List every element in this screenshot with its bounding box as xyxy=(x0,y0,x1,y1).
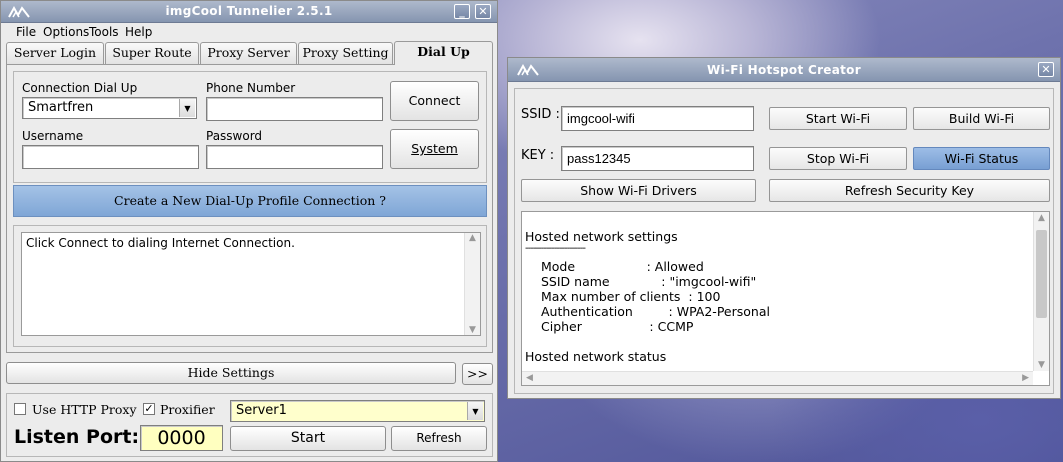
tunnelier-window: imgCool Tunnelier 2.5.1 _ ✕ File Options… xyxy=(0,0,498,462)
menu-help[interactable]: Help xyxy=(125,25,152,39)
output-status-heading: Hosted network status xyxy=(525,349,667,364)
phone-number-input[interactable] xyxy=(206,97,383,121)
wifi-titlebar[interactable]: Wi-Fi Hotspot Creator ✕ xyxy=(508,58,1060,82)
create-dial-up-profile-button[interactable]: Create a New Dial-Up Profile Connection … xyxy=(13,185,487,217)
use-http-proxy-label: Use HTTP Proxy xyxy=(32,402,137,417)
username-label: Username xyxy=(22,129,84,143)
tab-proxy-setting[interactable]: Proxy Setting xyxy=(298,42,393,64)
tab-super-route[interactable]: Super Route xyxy=(105,42,199,64)
menu-file[interactable]: File xyxy=(16,25,36,39)
tab-proxy-server[interactable]: Proxy Server xyxy=(200,42,297,64)
start-wifi-button[interactable]: Start Wi-Fi xyxy=(769,107,907,130)
main-titlebar[interactable]: imgCool Tunnelier 2.5.1 _ ✕ xyxy=(1,1,497,23)
connection-log-text: Click Connect to dialing Internet Connec… xyxy=(26,236,295,250)
chevron-down-icon[interactable]: ▼ xyxy=(179,99,195,117)
key-label: KEY : xyxy=(521,148,555,163)
start-button[interactable]: Start xyxy=(230,426,386,451)
output-row: SSID name : "imgcool-wifi" xyxy=(541,274,757,289)
wifi-status-button[interactable]: Wi-Fi Status xyxy=(913,147,1050,170)
scroll-right-icon[interactable]: ▶ xyxy=(1022,373,1029,383)
listen-port-input[interactable]: 0000 xyxy=(140,425,223,451)
scroll-down-icon[interactable]: ▼ xyxy=(1034,360,1049,370)
connection-dial-up-select[interactable]: Smartfren ▼ xyxy=(22,97,197,119)
proxifier-label: Proxifier xyxy=(160,402,215,417)
scroll-left-icon[interactable]: ◀ xyxy=(526,373,533,383)
output-vertical-scrollbar[interactable]: ▲ ▼ xyxy=(1033,212,1049,371)
password-label: Password xyxy=(206,129,263,143)
hide-settings-button[interactable]: Hide Settings xyxy=(6,362,456,384)
output-horizontal-scrollbar[interactable]: ◀ ▶ xyxy=(522,371,1033,385)
minimize-button[interactable]: _ xyxy=(454,4,470,19)
connection-dial-up-label: Connection Dial Up xyxy=(22,81,138,95)
connect-button[interactable]: Connect xyxy=(390,81,479,121)
menubar: File Options Tools Help xyxy=(1,23,497,41)
server-select[interactable]: Server1 ▼ xyxy=(230,400,485,422)
username-input[interactable] xyxy=(22,145,199,169)
chevron-down-icon[interactable]: ▼ xyxy=(467,402,483,420)
ssid-input[interactable] xyxy=(561,106,754,131)
listen-port-label: Listen Port: xyxy=(14,426,140,448)
scroll-thumb[interactable] xyxy=(1036,230,1047,318)
wifi-window-title: Wi-Fi Hotspot Creator xyxy=(707,63,861,77)
output-row: Mode : Allowed xyxy=(541,259,704,274)
close-button[interactable]: ✕ xyxy=(1038,62,1054,77)
tab-server-login[interactable]: Server Login xyxy=(6,42,104,64)
output-heading: Hosted network settings xyxy=(525,229,678,244)
output-row: Cipher : CCMP xyxy=(541,319,694,334)
refresh-security-key-button[interactable]: Refresh Security Key xyxy=(769,179,1050,202)
expand-wifi-button[interactable]: >> xyxy=(462,363,493,385)
stop-wifi-button[interactable]: Stop Wi-Fi xyxy=(769,147,907,170)
close-button[interactable]: ✕ xyxy=(475,4,491,19)
use-http-proxy-checkbox[interactable] xyxy=(14,403,26,415)
build-wifi-button[interactable]: Build Wi-Fi xyxy=(913,107,1050,130)
wifi-hotspot-window: Wi-Fi Hotspot Creator ✕ SSID : KEY : Sta… xyxy=(507,57,1061,399)
main-window-title: imgCool Tunnelier 2.5.1 xyxy=(165,4,333,18)
log-scrollbar[interactable]: ▲ ▼ xyxy=(464,233,480,335)
scroll-down-icon[interactable]: ▼ xyxy=(465,325,480,335)
proxifier-checkbox[interactable]: ✓ xyxy=(143,403,155,415)
key-input[interactable] xyxy=(561,146,754,171)
connection-dial-up-value: Smartfren xyxy=(28,100,94,115)
tab-dial-up[interactable]: Dial Up xyxy=(394,41,493,65)
output-row: Authentication : WPA2-Personal xyxy=(541,304,770,319)
menu-options[interactable]: Options xyxy=(43,25,89,39)
output-rule: ----------------------- xyxy=(525,243,586,254)
password-input[interactable] xyxy=(206,145,383,169)
system-button[interactable]: System xyxy=(390,129,479,169)
connection-log[interactable]: Click Connect to dialing Internet Connec… xyxy=(21,232,481,336)
scroll-up-icon[interactable]: ▲ xyxy=(1034,213,1049,223)
menu-tools[interactable]: Tools xyxy=(89,25,119,39)
wifi-status-output[interactable]: Hosted network settings ----------------… xyxy=(521,211,1050,386)
ssid-label: SSID : xyxy=(521,107,560,122)
refresh-button[interactable]: Refresh xyxy=(391,426,487,451)
scroll-up-icon[interactable]: ▲ xyxy=(465,233,480,243)
phone-number-label: Phone Number xyxy=(206,81,296,95)
server-value: Server1 xyxy=(236,403,287,418)
output-row: Max number of clients : 100 xyxy=(541,289,721,304)
show-wifi-drivers-button[interactable]: Show Wi-Fi Drivers xyxy=(521,179,756,202)
